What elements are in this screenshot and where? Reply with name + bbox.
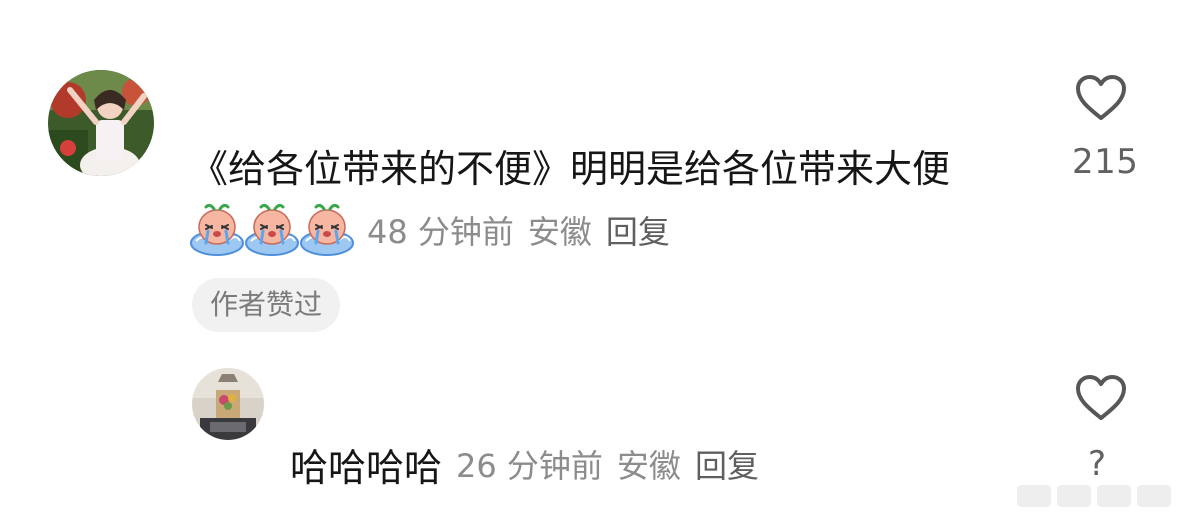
reply-reply-button[interactable]: 回复: [695, 441, 759, 487]
watermark: [1017, 485, 1171, 507]
reply-location: 安徽: [616, 447, 681, 485]
heart-outline-icon: [1076, 375, 1126, 420]
author-liked-badge: 作者赞过: [192, 278, 341, 332]
heart-outline-icon: [1076, 75, 1126, 120]
commenter-avatar[interactable]: [48, 70, 154, 176]
crying-face-sticker-icon: [190, 203, 244, 257]
comment-reply-button[interactable]: 回复: [606, 207, 670, 253]
reply-text: 哈哈哈哈: [290, 445, 443, 490]
comment-time: 48 分钟前: [367, 213, 514, 251]
crying-face-sticker-icon: [245, 203, 299, 257]
like-button[interactable]: [1075, 74, 1127, 122]
crying-face-sticker-icon: [300, 203, 354, 257]
like-count: 215: [1072, 142, 1139, 182]
comment-location: 安徽: [527, 213, 592, 251]
comment-meta: 48 分钟前 安徽 回复: [190, 200, 670, 260]
comment-text: 《给各位带来的不便》明明是给各位带来大便: [190, 147, 951, 191]
reply-row: 哈哈哈哈 26 分钟前 安徽 回复: [290, 436, 759, 492]
reply-like-button[interactable]: [1075, 374, 1127, 422]
replier-avatar[interactable]: [192, 368, 264, 440]
reply-like-count: ?: [1088, 444, 1107, 484]
reply-time: 26 分钟前: [456, 447, 603, 485]
